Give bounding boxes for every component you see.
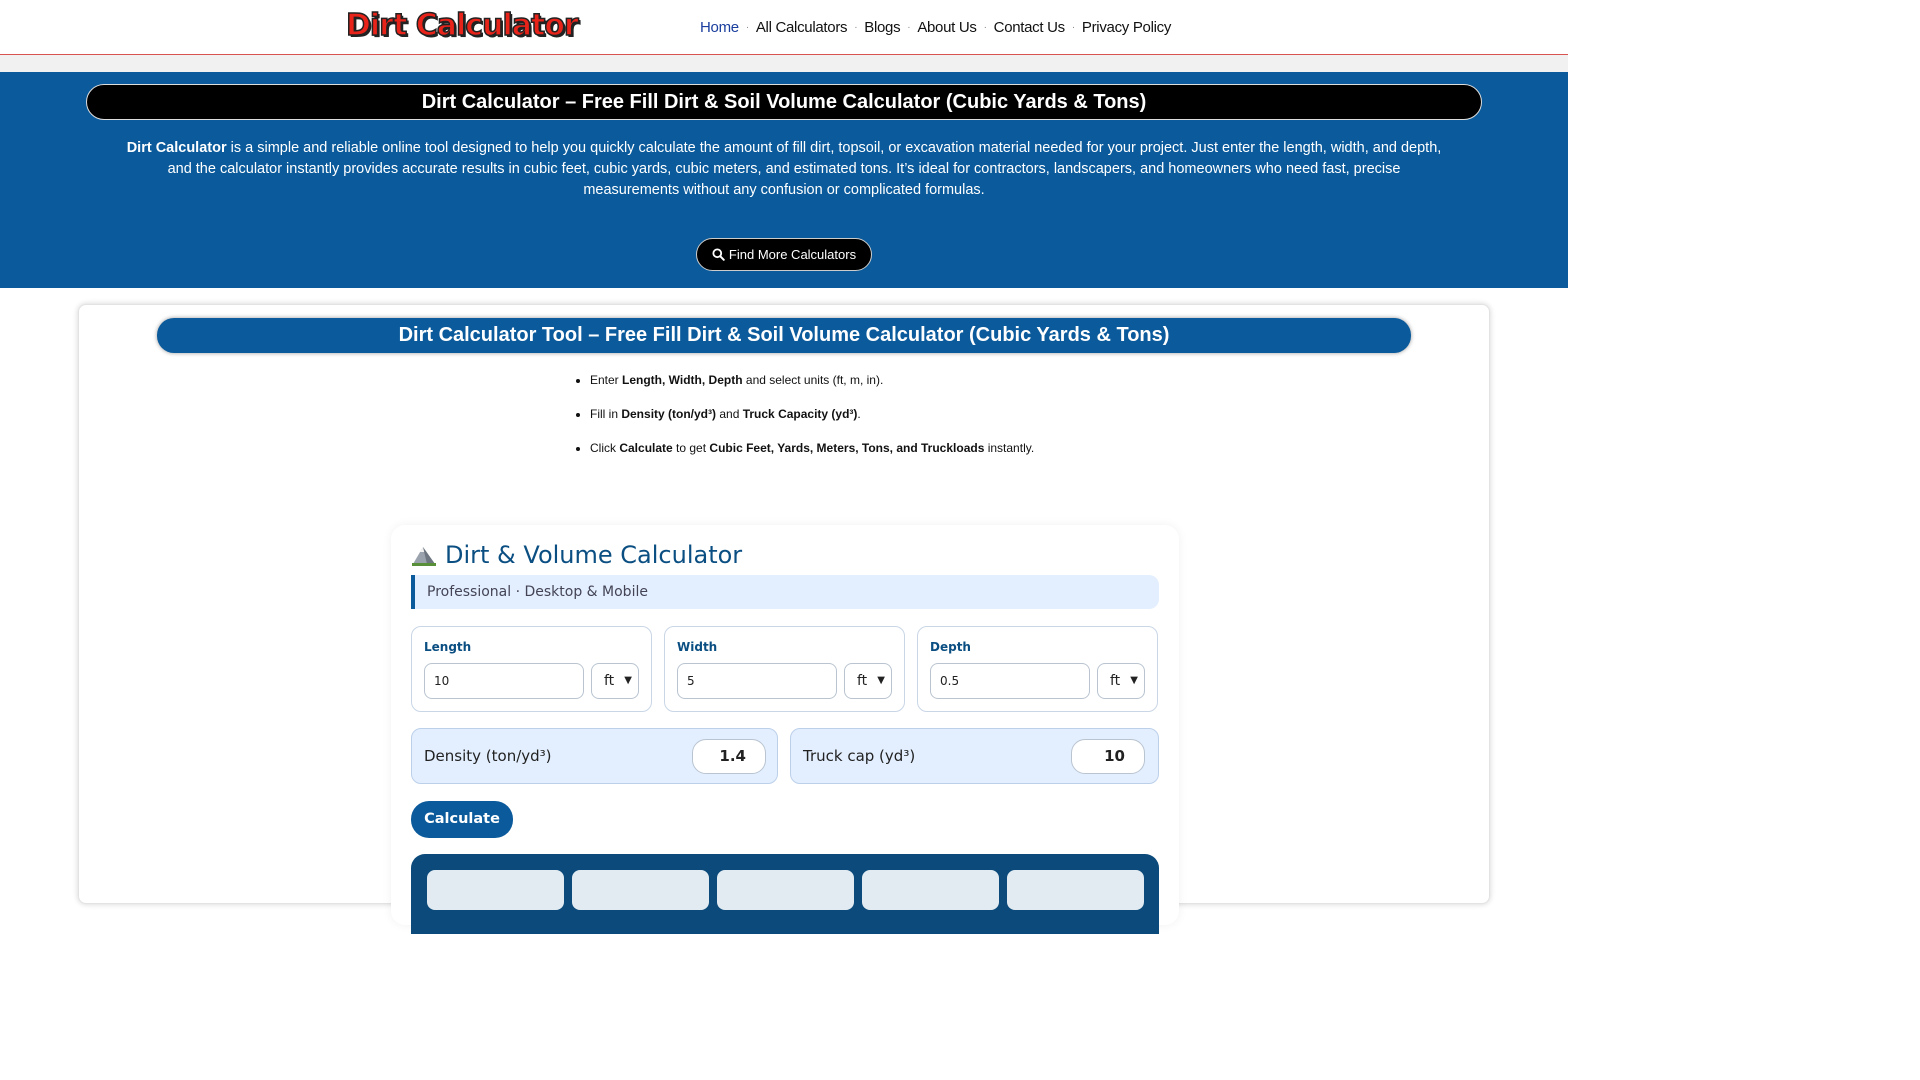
width-field-group: Width 5 ft ▼ (664, 626, 905, 712)
nav-all-calculators[interactable]: All Calculators (756, 19, 848, 36)
calculator-subtitle: Professional · Desktop & Mobile (411, 575, 1159, 609)
length-field-group: Length 10 ft ▼ (411, 626, 652, 712)
depth-label: Depth (930, 640, 971, 654)
nav-privacy-policy[interactable]: Privacy Policy (1082, 19, 1171, 36)
main-nav: Home · All Calculators · Blogs · About U… (700, 19, 1171, 36)
result-tile (717, 870, 854, 910)
nav-contact-us[interactable]: Contact Us (994, 19, 1066, 36)
width-input[interactable]: 5 (677, 663, 837, 699)
density-label: Density (ton/yd³) (424, 747, 552, 765)
nav-blogs[interactable]: Blogs (864, 19, 900, 36)
site-logo[interactable]: Dirt Calculator (345, 7, 579, 44)
depth-unit-select[interactable]: ft ▼ (1097, 663, 1145, 699)
header-divider (0, 55, 1568, 72)
truck-capacity-label: Truck cap (yd³) (803, 747, 916, 765)
result-tile (1007, 870, 1144, 910)
width-unit-select[interactable]: ft ▼ (844, 663, 892, 699)
depth-field-group: Depth 0.5 ft ▼ (917, 626, 1158, 712)
chevron-down-icon: ▼ (877, 675, 885, 686)
result-tile (862, 870, 999, 910)
site-header: Dirt Calculator Home · All Calculators ·… (0, 0, 1568, 55)
search-icon (712, 248, 725, 261)
nav-separator: · (907, 22, 911, 33)
result-tile (572, 870, 709, 910)
mountain-icon (412, 547, 436, 566)
depth-input[interactable]: 0.5 (930, 663, 1090, 699)
calculator-title: Dirt & Volume Calculator (411, 541, 742, 569)
nav-separator: · (1071, 22, 1075, 33)
length-label: Length (424, 640, 472, 654)
calculate-button[interactable]: Calculate (411, 801, 513, 838)
result-tile (427, 870, 564, 910)
length-input[interactable]: 10 (424, 663, 584, 699)
nav-home[interactable]: Home (700, 19, 739, 36)
nav-separator: · (854, 22, 858, 33)
calculator-card: Dirt Calculator Tool – Free Fill Dirt & … (78, 304, 1490, 934)
instruction-item: Click Calculate to get Cubic Feet, Yards… (590, 441, 1034, 455)
results-panel (411, 854, 1159, 934)
nav-separator: · (745, 22, 749, 33)
nav-about-us[interactable]: About Us (917, 19, 977, 36)
instruction-item: Fill in Density (ton/yd³) and Truck Capa… (590, 407, 1034, 421)
instruction-item: Enter Length, Width, Depth and select un… (590, 373, 1034, 387)
find-more-calculators-button[interactable]: Find More Calculators (696, 238, 872, 271)
hero-section: Dirt Calculator – Free Fill Dirt & Soil … (0, 72, 1568, 288)
nav-separator: · (983, 22, 987, 33)
instructions-list: Enter Length, Width, Depth and select un… (590, 373, 1034, 475)
chevron-down-icon: ▼ (1130, 675, 1138, 686)
intro-text: is a simple and reliable online tool des… (167, 140, 1442, 198)
density-field-group: Density (ton/yd³) 1.4 (411, 728, 778, 784)
truck-capacity-input[interactable]: 10 (1071, 739, 1145, 774)
page-title: Dirt Calculator – Free Fill Dirt & Soil … (86, 84, 1482, 120)
density-input[interactable]: 1.4 (692, 739, 766, 774)
hero-intro: Dirt Calculator is a simple and reliable… (124, 138, 1444, 201)
width-label: Width (677, 640, 718, 654)
tool-title: Dirt Calculator Tool – Free Fill Dirt & … (157, 318, 1411, 353)
length-unit-select[interactable]: ft ▼ (591, 663, 639, 699)
find-more-label: Find More Calculators (728, 247, 857, 262)
intro-bold: Dirt Calculator (126, 140, 227, 156)
chevron-down-icon: ▼ (624, 675, 632, 686)
dirt-volume-calculator: Dirt & Volume Calculator Professional · … (391, 525, 1179, 934)
truck-capacity-field-group: Truck cap (yd³) 10 (790, 728, 1159, 784)
calculator-title-text: Dirt & Volume Calculator (445, 541, 743, 569)
